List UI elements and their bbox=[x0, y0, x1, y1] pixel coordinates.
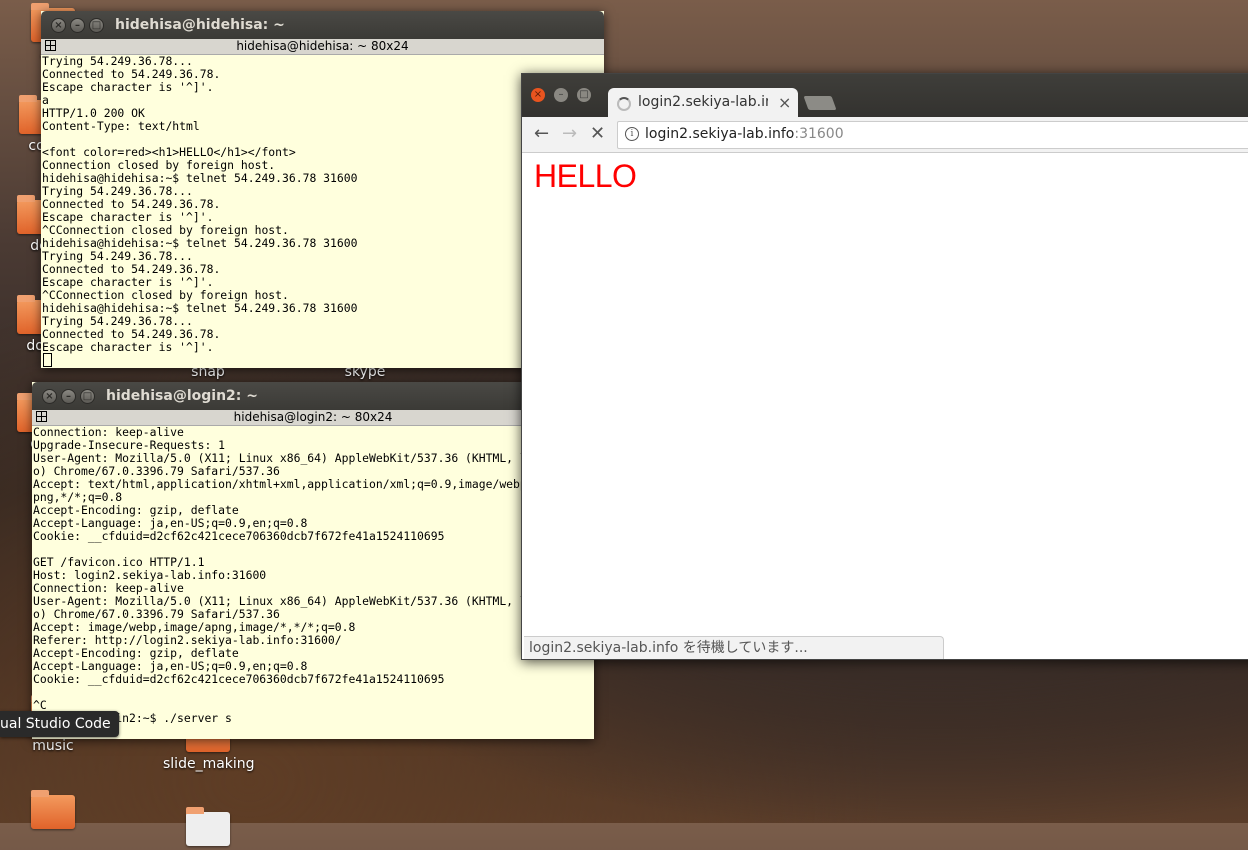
maximize-icon[interactable]: □ bbox=[89, 18, 104, 33]
folder-label: music bbox=[32, 738, 74, 754]
window-title: hidehisa@login2: ~ bbox=[106, 388, 258, 404]
desktop-folder-partial[interactable] bbox=[18, 790, 88, 833]
terminal-subtitle-bar: hidehisa@login2: ~ 80x24 bbox=[32, 410, 594, 426]
minimize-icon[interactable]: – bbox=[554, 88, 568, 102]
maximize-icon[interactable]: □ bbox=[80, 389, 95, 404]
url-text[interactable]: login2.sekiya-lab.info:31600 bbox=[645, 126, 844, 142]
terminal-cursor bbox=[43, 353, 52, 367]
terminal-subtitle-bar: hidehisa@hidehisa: ~ 80x24 bbox=[41, 39, 604, 55]
browser-tab[interactable]: login2.sekiya-lab.info × bbox=[608, 88, 798, 118]
address-bar[interactable]: i login2.sekiya-lab.info:31600 bbox=[617, 121, 1248, 149]
tab-close-icon[interactable]: × bbox=[778, 93, 791, 112]
desktop-folder-partial-2[interactable] bbox=[173, 807, 243, 850]
folder-icon bbox=[186, 807, 230, 846]
folder-icon bbox=[31, 790, 75, 829]
terminal-window-login2[interactable]: × – □ hidehisa@login2: ~ hidehisa@login2… bbox=[32, 382, 594, 739]
close-icon[interactable]: × bbox=[42, 389, 57, 404]
terminal-titlebar[interactable]: × – □ hidehisa@login2: ~ bbox=[32, 382, 594, 410]
url-port: :31600 bbox=[794, 126, 844, 142]
terminal-window-hidehisa[interactable]: × – □ hidehisa@hidehisa: ~ hidehisa@hide… bbox=[41, 11, 604, 368]
loading-spinner-icon bbox=[617, 97, 631, 111]
window-title: hidehisa@hidehisa: ~ bbox=[115, 17, 285, 33]
terminal-output[interactable]: Trying 54.249.36.78... Connected to 54.2… bbox=[41, 55, 604, 354]
url-host: login2.sekiya-lab.info bbox=[645, 126, 795, 142]
terminal-output[interactable]: Connection: keep-alive Upgrade-Insecure-… bbox=[32, 426, 594, 725]
close-icon[interactable]: × bbox=[51, 18, 66, 33]
terminal-subtitle: hidehisa@login2: ~ 80x24 bbox=[233, 410, 393, 424]
browser-window[interactable]: × – □ login2.sekiya-lab.info × ← → ✕ i l… bbox=[521, 73, 1248, 660]
folder-label: slide_making bbox=[163, 756, 255, 772]
launcher-tooltip: ual Studio Code bbox=[0, 711, 119, 737]
browser-toolbar: ← → ✕ i login2.sekiya-lab.info:31600 bbox=[522, 117, 1248, 153]
page-heading: HELLO bbox=[534, 158, 637, 194]
close-icon[interactable]: × bbox=[531, 88, 545, 102]
new-tab-button[interactable] bbox=[803, 96, 837, 110]
tab-title: login2.sekiya-lab.info bbox=[638, 94, 768, 110]
maximize-icon[interactable]: □ bbox=[577, 88, 591, 102]
back-arrow-icon[interactable]: ← bbox=[534, 123, 549, 144]
stop-icon[interactable]: ✕ bbox=[590, 123, 605, 144]
browser-titlebar[interactable]: × – □ login2.sekiya-lab.info × bbox=[522, 74, 1248, 118]
terminal-subtitle: hidehisa@hidehisa: ~ 80x24 bbox=[236, 39, 409, 53]
status-bubble: login2.sekiya-lab.info を待機しています... bbox=[524, 636, 944, 659]
minimize-icon[interactable]: – bbox=[61, 389, 76, 404]
terminal-titlebar[interactable]: × – □ hidehisa@hidehisa: ~ bbox=[41, 11, 604, 39]
minimize-icon[interactable]: – bbox=[70, 18, 85, 33]
grid-icon[interactable] bbox=[36, 411, 47, 422]
forward-arrow-icon[interactable]: → bbox=[562, 123, 577, 144]
grid-icon[interactable] bbox=[45, 40, 56, 51]
info-icon[interactable]: i bbox=[625, 127, 639, 141]
